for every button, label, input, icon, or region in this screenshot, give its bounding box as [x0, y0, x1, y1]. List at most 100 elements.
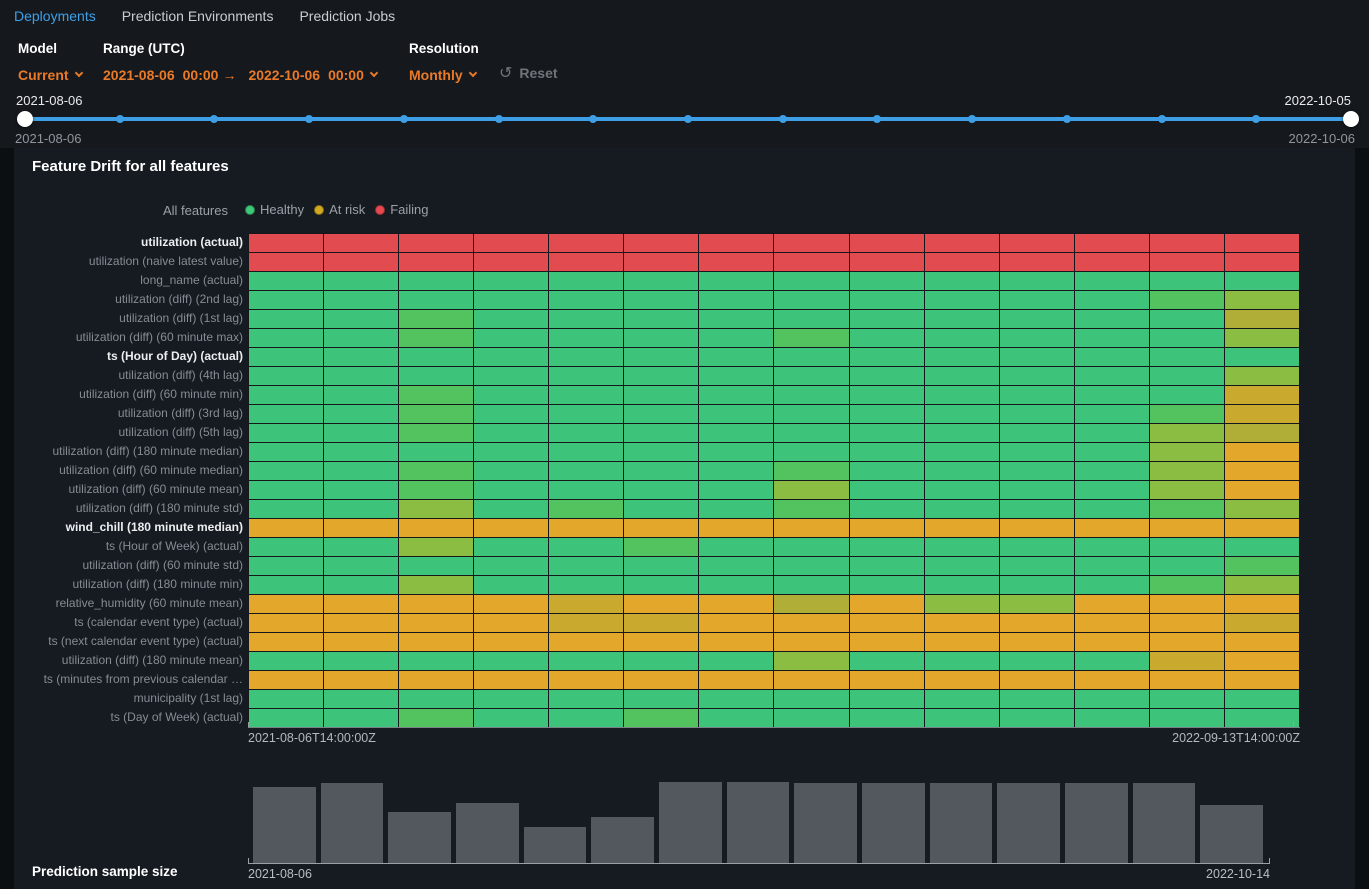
heatmap-cell[interactable] — [1150, 500, 1225, 519]
heatmap-cell[interactable] — [324, 652, 399, 671]
heatmap-cell[interactable] — [850, 253, 925, 272]
heatmap-cell[interactable] — [1075, 500, 1150, 519]
heatmap-cell[interactable] — [699, 557, 774, 576]
heatmap-cell[interactable] — [1225, 500, 1300, 519]
heatmap-cell[interactable] — [850, 500, 925, 519]
tab-prediction-environments[interactable]: Prediction Environments — [122, 8, 274, 24]
heatmap-cell[interactable] — [774, 595, 849, 614]
heatmap-cell[interactable] — [249, 462, 324, 481]
heatmap-cell[interactable] — [774, 329, 849, 348]
heatmap-cell[interactable] — [324, 405, 399, 424]
heatmap-cell[interactable] — [549, 614, 624, 633]
heatmap-cell[interactable] — [925, 538, 1000, 557]
heatmap-cell[interactable] — [399, 405, 474, 424]
heatmap-cell[interactable] — [1225, 291, 1300, 310]
heatmap-cell[interactable] — [1075, 709, 1150, 728]
heatmap-cell[interactable] — [549, 424, 624, 443]
heatmap-cell[interactable] — [774, 481, 849, 500]
heatmap-cell[interactable] — [774, 500, 849, 519]
heatmap-cell[interactable] — [549, 386, 624, 405]
reset-button[interactable]: ↺ Reset — [499, 63, 558, 83]
heatmap-cell[interactable] — [774, 424, 849, 443]
heatmap-cell[interactable] — [549, 538, 624, 557]
slider-track[interactable] — [25, 117, 1351, 121]
heatmap-cell[interactable] — [699, 424, 774, 443]
heatmap-cell[interactable] — [474, 557, 549, 576]
heatmap-cell[interactable] — [1225, 329, 1300, 348]
heatmap-cell[interactable] — [1225, 462, 1300, 481]
heatmap-cell[interactable] — [1225, 253, 1300, 272]
heatmap-cell[interactable] — [474, 310, 549, 329]
range-select[interactable]: 2021-08-06 00:00 → 2022-10-06 00:00 — [103, 67, 377, 83]
heatmap-cell[interactable] — [399, 424, 474, 443]
heatmap-cell[interactable] — [399, 310, 474, 329]
heatmap-cell[interactable] — [774, 538, 849, 557]
heatmap-cell[interactable] — [249, 652, 324, 671]
heatmap-cell[interactable] — [1075, 367, 1150, 386]
heatmap-cell[interactable] — [699, 709, 774, 728]
heatmap-cell[interactable] — [1075, 557, 1150, 576]
heatmap-cell[interactable] — [1225, 481, 1300, 500]
heatmap-cell[interactable] — [1000, 500, 1075, 519]
heatmap-cell[interactable] — [774, 671, 849, 690]
heatmap-cell[interactable] — [249, 633, 324, 652]
heatmap-cell[interactable] — [249, 348, 324, 367]
slider-dot[interactable] — [1063, 115, 1071, 123]
heatmap-cell[interactable] — [624, 367, 699, 386]
heatmap-cell[interactable] — [474, 253, 549, 272]
heatmap-cell[interactable] — [774, 462, 849, 481]
heatmap-cell[interactable] — [850, 538, 925, 557]
heatmap-cell[interactable] — [850, 272, 925, 291]
heatmap-cell[interactable] — [925, 329, 1000, 348]
heatmap-cell[interactable] — [850, 443, 925, 462]
heatmap-cell[interactable] — [1075, 614, 1150, 633]
heatmap-cell[interactable] — [1225, 652, 1300, 671]
heatmap-cell[interactable] — [399, 709, 474, 728]
heatmap-cell[interactable] — [1075, 405, 1150, 424]
heatmap-cell[interactable] — [1225, 671, 1300, 690]
heatmap-cell[interactable] — [850, 462, 925, 481]
heatmap-cell[interactable] — [324, 557, 399, 576]
heatmap-cell[interactable] — [699, 576, 774, 595]
heatmap-cell[interactable] — [324, 671, 399, 690]
slider-dot[interactable] — [684, 115, 692, 123]
heatmap-cell[interactable] — [549, 462, 624, 481]
heatmap-cell[interactable] — [474, 367, 549, 386]
heatmap-cell[interactable] — [624, 690, 699, 709]
heatmap-cell[interactable] — [474, 633, 549, 652]
heatmap-cell[interactable] — [399, 614, 474, 633]
heatmap-cell[interactable] — [624, 348, 699, 367]
heatmap-cell[interactable] — [1075, 576, 1150, 595]
heatmap-cell[interactable] — [1225, 367, 1300, 386]
heatmap-cell[interactable] — [474, 709, 549, 728]
heatmap-cell[interactable] — [699, 671, 774, 690]
heatmap-cell[interactable] — [624, 424, 699, 443]
heatmap-cell[interactable] — [925, 633, 1000, 652]
heatmap-cell[interactable] — [699, 386, 774, 405]
heatmap-cell[interactable] — [925, 405, 1000, 424]
heatmap-cell[interactable] — [549, 481, 624, 500]
heatmap-cell[interactable] — [850, 633, 925, 652]
heatmap-cell[interactable] — [399, 462, 474, 481]
heatmap-cell[interactable] — [1150, 633, 1225, 652]
heatmap-cell[interactable] — [624, 329, 699, 348]
heatmap-cell[interactable] — [324, 253, 399, 272]
heatmap-cell[interactable] — [1000, 633, 1075, 652]
heatmap-cell[interactable] — [1225, 405, 1300, 424]
slider-dot[interactable] — [116, 115, 124, 123]
heatmap-cell[interactable] — [1000, 690, 1075, 709]
heatmap-cell[interactable] — [1150, 576, 1225, 595]
heatmap-cell[interactable] — [549, 709, 624, 728]
heatmap-cell[interactable] — [1000, 443, 1075, 462]
heatmap-cell[interactable] — [925, 595, 1000, 614]
slider-dot[interactable] — [968, 115, 976, 123]
heatmap-cell[interactable] — [699, 462, 774, 481]
heatmap-cell[interactable] — [850, 424, 925, 443]
heatmap-cell[interactable] — [324, 576, 399, 595]
heatmap-cell[interactable] — [474, 595, 549, 614]
tab-prediction-jobs[interactable]: Prediction Jobs — [299, 8, 395, 24]
heatmap-cell[interactable] — [399, 652, 474, 671]
heatmap-cell[interactable] — [474, 272, 549, 291]
heatmap-cell[interactable] — [925, 443, 1000, 462]
heatmap-cell[interactable] — [474, 690, 549, 709]
